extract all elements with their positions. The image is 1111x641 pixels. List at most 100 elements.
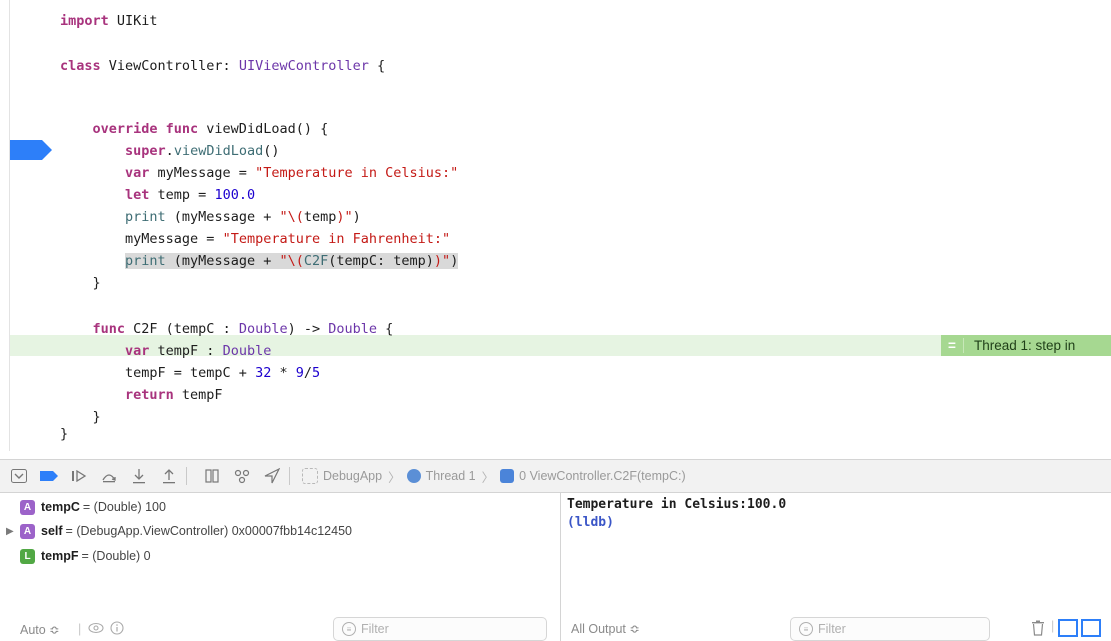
code-token: * [271,365,296,381]
breadcrumb-app[interactable]: DebugApp 〉 [302,467,401,486]
thread-step-label: Thread 1: step in [974,338,1076,353]
disclosure-triangle-icon[interactable]: ▶ [6,526,20,537]
toggle-breakpoints-button[interactable] [38,465,60,487]
code-line[interactable]: override func viewDidLoad() { [60,118,329,140]
continue-button[interactable] [68,465,90,487]
code-token: var [60,165,150,181]
code-token: } [60,275,101,291]
code-line[interactable]: print (myMessage + "\(temp)") [60,206,361,228]
code-line[interactable]: } [60,423,68,445]
code-token: "Temperature in Fahrenheit:" [222,231,451,247]
code-token: var [60,343,150,359]
code-token: tempF = tempC + [60,365,256,381]
split-view-toggle-icon[interactable] [1058,619,1102,640]
quick-look-icon[interactable] [88,622,104,637]
trash-icon[interactable] [1031,620,1045,639]
breakpoint-icon[interactable] [10,140,52,160]
console-output: Temperature in Celsius:100.0 [567,497,787,512]
code-token: viewDidLoad [173,143,264,159]
variable-row[interactable]: L tempF = (Double) 0 [20,547,151,565]
variable-name: tempF [41,549,79,563]
code-token: viewDidLoad() { [198,121,329,137]
code-token: ) [450,253,459,269]
source-editor[interactable]: = Thread 1: step in import UIKit class Vi… [0,0,1111,451]
chevron-right-icon: 〉 [481,470,495,485]
code-token: 5 [312,365,321,381]
breadcrumb-thread[interactable]: Thread 1 〉 [406,467,495,486]
breadcrumb-frame[interactable]: 0 ViewController.C2F(tempC:) [500,469,686,483]
variable-row[interactable]: ▶ A self = (DebugApp.ViewController) 0x0… [6,522,352,540]
local-variable-icon: L [20,548,35,564]
code-token: tempF : [149,343,223,359]
code-line[interactable]: let temp = 100.0 [60,184,255,206]
code-line[interactable]: return tempF [60,384,223,406]
simulate-location-button[interactable] [261,465,283,487]
variable-name: tempC [41,500,80,514]
print-description-icon[interactable] [110,620,124,638]
footer-divider: | [78,622,82,636]
step-into-button[interactable] [128,465,150,487]
code-token: )" [336,209,353,225]
variable-value: = (DebugApp.ViewController) 0x00007fbb14… [65,524,352,538]
footer-divider: | [1051,619,1055,633]
argument-icon: A [20,523,35,539]
memory-graph-button[interactable] [231,465,253,487]
code-line[interactable]: class ViewController: UIViewController { [60,55,385,77]
hide-debug-area-button[interactable] [8,465,30,487]
output-filter-popup[interactable]: All Output ≎ [571,621,640,636]
code-line[interactable]: import UIKit [60,10,158,32]
code-token: (tempC: temp) [328,253,434,269]
filter-placeholder: Filter [361,622,389,636]
code-line[interactable]: var tempF : Double [60,340,271,362]
chevron-right-icon: 〉 [388,470,401,485]
code-token: ) -> [287,321,329,337]
variables-scope-popup[interactable]: Auto ≎ [20,622,60,637]
console-filter-field[interactable]: ≡ Filter [790,617,990,641]
code-token: ViewController: [100,58,239,74]
instruction-pointer-icon: = [941,338,964,353]
code-token: return [60,387,174,403]
debug-bar: DebugApp 〉 Thread 1 〉 0 ViewController.C… [0,459,1111,493]
code-token: C2F [303,253,329,269]
code-token: let [60,187,150,203]
variable-name: self [41,524,63,538]
code-line[interactable]: func C2F (tempC : Double) -> Double { [60,318,394,340]
debug-view-hierarchy-button[interactable] [201,465,223,487]
step-over-button[interactable] [98,465,120,487]
variables-footer: Auto ≎ | ≡ Filter [0,617,560,641]
code-token: () [263,143,280,159]
stack-frame-icon [500,469,515,483]
filter-icon: ≡ [342,622,356,636]
step-out-button[interactable] [158,465,180,487]
code-token: / [303,365,313,381]
code-token: Double [222,343,272,359]
code-token: super [60,143,166,159]
code-token: 9 [295,365,304,381]
code-line[interactable]: super.viewDidLoad() [60,140,279,162]
code-token: print [60,209,166,225]
code-line[interactable]: print (myMessage + "\(C2F(tempC: temp))"… [60,250,459,272]
app-icon [302,468,318,484]
console-view[interactable]: Temperature in Celsius:100.0 (lldb) [561,493,1111,617]
code-token: 32 [255,365,272,381]
code-token: Double [238,321,288,337]
breadcrumb-thread-label: Thread 1 [425,469,476,483]
code-token: myMessage = [149,165,256,181]
code-token: C2F (tempC : [125,321,239,337]
code-line[interactable]: var myMessage = "Temperature in Celsius:… [60,162,458,184]
gutter-divider [9,0,10,451]
code-line[interactable]: myMessage = "Temperature in Fahrenheit:" [60,228,450,250]
breadcrumb-app-label: DebugApp [323,469,383,483]
code-line[interactable]: } [60,272,101,294]
code-token: { [377,321,394,337]
code-token: tempF [173,387,223,403]
toolbar-divider [186,467,187,485]
toolbar-divider [289,467,290,485]
variable-row[interactable]: A tempC = (Double) 100 [20,498,166,516]
breadcrumb-frame-label: 0 ViewController.C2F(tempC:) [519,469,686,483]
variables-filter-field[interactable]: ≡ Filter [333,617,547,641]
code-line[interactable]: tempF = tempC + 32 * 9/5 [60,362,320,384]
variable-value: = (Double) 0 [81,549,151,563]
code-token: func [60,321,126,337]
